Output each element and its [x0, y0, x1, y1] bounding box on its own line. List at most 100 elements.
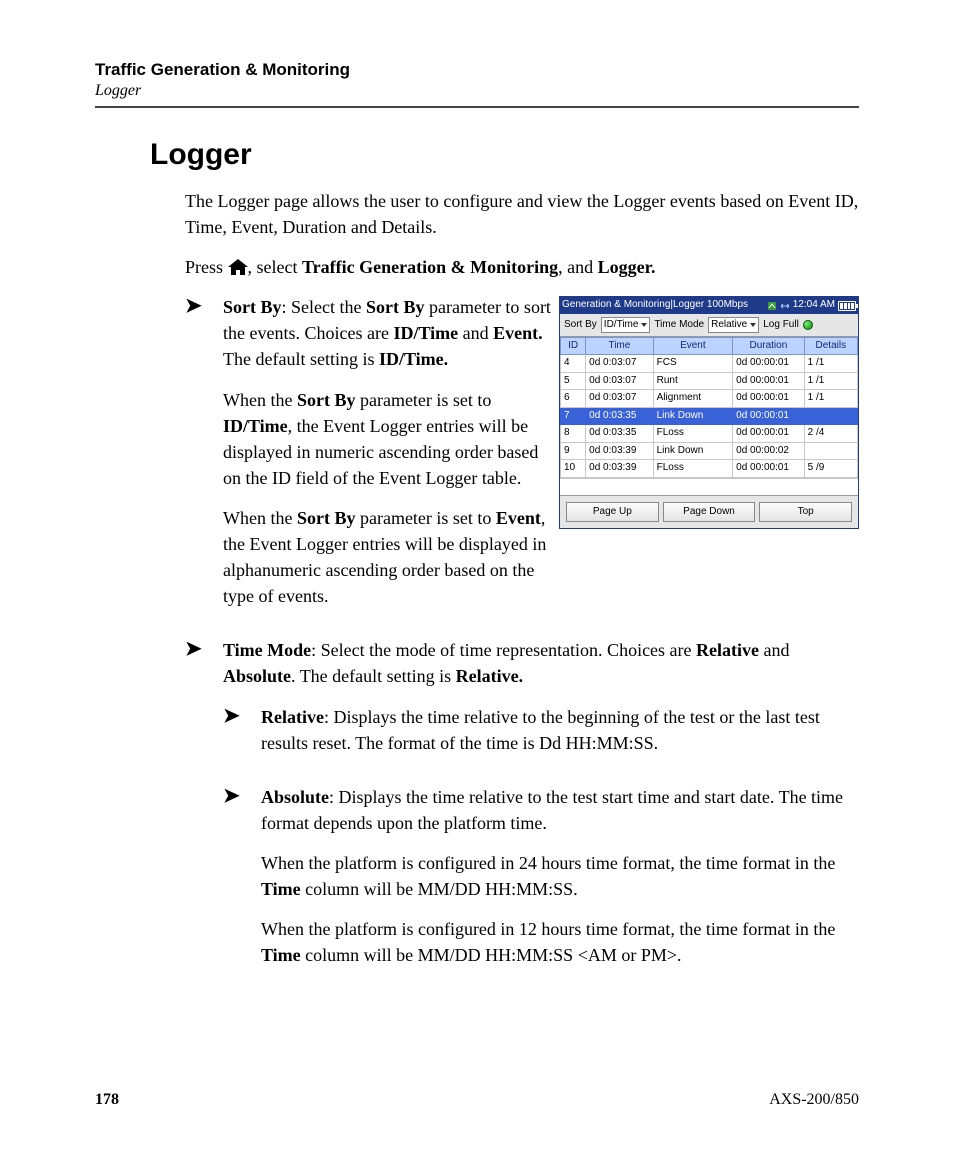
press-nav2: Logger. [598, 257, 656, 277]
cell-event: Link Down [653, 442, 733, 460]
cell-details [804, 407, 857, 425]
txt: Sort By [297, 508, 356, 528]
cell-details: 1 /1 [804, 390, 857, 408]
txt: Time [261, 945, 301, 965]
sortby-lead: Sort By: Select the Sort By parameter to… [223, 294, 555, 372]
txt: Relative [261, 707, 324, 727]
sub-bullet-relative: ➤ Relative: Displays the time relative t… [223, 704, 859, 770]
net-icon [780, 301, 790, 311]
txt: column will be MM/DD HH:MM:SS <AM or PM>… [301, 945, 682, 965]
bullet-arrow-icon: ➤ [223, 784, 261, 808]
press-prefix: Press [185, 257, 228, 277]
txt: Sort By [366, 297, 425, 317]
table-row[interactable]: 40d 0:03:07FCS0d 00:00:011 /1 [561, 355, 858, 373]
cell-time: 0d 0:03:07 [586, 355, 653, 373]
section-running-head: Logger [95, 82, 859, 100]
txt: ID/Time [223, 416, 288, 436]
cell-details: 1 /1 [804, 372, 857, 390]
cell-event: Link Down [653, 407, 733, 425]
cell-duration: 0d 00:00:01 [733, 390, 804, 408]
chevron-down-icon [641, 323, 647, 327]
cell-id: 4 [561, 355, 586, 373]
txt: Sort By [223, 297, 282, 317]
sortby-dropdown[interactable]: ID/Time [601, 317, 651, 333]
table-row[interactable]: 60d 0:03:07Alignment0d 00:00:011 /1 [561, 390, 858, 408]
relative-paragraph: Relative: Displays the time relative to … [261, 704, 859, 756]
txt: Relative [696, 640, 759, 660]
sortby-label: Sort By [564, 318, 597, 333]
txt: and [759, 640, 790, 660]
press-nav1: Traffic Generation & Monitoring [302, 257, 558, 277]
cell-event: FLoss [653, 460, 733, 478]
cell-event: FCS [653, 355, 733, 373]
txt: The default setting is [223, 349, 379, 369]
txt: column will be MM/DD HH:MM:SS. [301, 879, 578, 899]
table-row[interactable]: 100d 0:03:39FLoss0d 00:00:015 /9 [561, 460, 858, 478]
cell-id: 7 [561, 407, 586, 425]
absolute-paragraph: Absolute: Displays the time relative to … [261, 784, 859, 836]
txt: Absolute [261, 787, 329, 807]
cell-time: 0d 0:03:35 [586, 407, 653, 425]
cell-id: 6 [561, 390, 586, 408]
cell-id: 5 [561, 372, 586, 390]
chapter-title: Traffic Generation & Monitoring [95, 60, 859, 80]
txt: : Displays the time relative to the test… [261, 787, 843, 833]
cell-time: 0d 0:03:39 [586, 442, 653, 460]
table-row[interactable]: 80d 0:03:35FLoss0d 00:00:012 /4 [561, 425, 858, 443]
cell-time: 0d 0:03:07 [586, 372, 653, 390]
txt: : Select the mode of time representation… [311, 640, 696, 660]
top-button[interactable]: Top [759, 502, 852, 523]
col-event[interactable]: Event [653, 337, 733, 355]
bullet-arrow-icon: ➤ [185, 294, 223, 318]
bullet-arrow-icon: ➤ [223, 704, 261, 728]
link-status-icon [767, 301, 777, 311]
cell-event: FLoss [653, 425, 733, 443]
battery-icon [838, 301, 856, 311]
bullet-time-mode: ➤ Time Mode: Select the mode of time rep… [185, 637, 859, 996]
device-button-bar: Page Up Page Down Top [560, 495, 858, 529]
table-row[interactable]: 50d 0:03:07Runt0d 00:00:011 /1 [561, 372, 858, 390]
cell-time: 0d 0:03:39 [586, 460, 653, 478]
timemode-label: Time Mode [654, 318, 704, 333]
cell-event: Alignment [653, 390, 733, 408]
table-row[interactable]: 70d 0:03:35Link Down0d 00:00:01 [561, 407, 858, 425]
logfull-label: Log Full [763, 318, 799, 333]
cell-id: 9 [561, 442, 586, 460]
cell-event: Runt [653, 372, 733, 390]
cell-duration: 0d 00:00:01 [733, 460, 804, 478]
col-id[interactable]: ID [561, 337, 586, 355]
logfull-led-icon [803, 320, 813, 330]
sub-bullet-absolute: ➤ Absolute: Displays the time relative t… [223, 784, 859, 983]
device-screenshot: Generation & Monitoring|Logger 100Mbps 1… [559, 296, 859, 529]
txt: When the [223, 508, 297, 528]
txt: ID/Time. [379, 349, 448, 369]
txt: . The default setting is [291, 666, 456, 686]
table-row[interactable]: 90d 0:03:39Link Down0d 00:00:02 [561, 442, 858, 460]
cell-details: 1 /1 [804, 355, 857, 373]
txt: parameter is set to [355, 508, 495, 528]
cell-details [804, 442, 857, 460]
txt: When the platform is configured in 24 ho… [261, 853, 835, 873]
txt: Sort By [297, 390, 356, 410]
pageup-button[interactable]: Page Up [566, 502, 659, 523]
intro-paragraph: The Logger page allows the user to confi… [185, 188, 859, 240]
bullet-arrow-icon: ➤ [185, 637, 223, 661]
bullet-sort-by: ➤ Sort By: Select the Sort By parameter … [185, 294, 545, 623]
txt: Time [261, 879, 301, 899]
device-clock: 12:04 AM [793, 298, 835, 313]
col-details[interactable]: Details [804, 337, 857, 355]
cell-details: 2 /4 [804, 425, 857, 443]
cell-time: 0d 0:03:07 [586, 390, 653, 408]
cell-duration: 0d 00:00:01 [733, 355, 804, 373]
pagedown-button[interactable]: Page Down [663, 502, 756, 523]
page-footer: 178 AXS-200/850 [95, 1091, 859, 1109]
col-duration[interactable]: Duration [733, 337, 804, 355]
timemode-dropdown[interactable]: Relative [708, 317, 759, 333]
txt: Absolute [223, 666, 291, 686]
timemode-value: Relative [711, 318, 747, 333]
page-number: 178 [95, 1091, 119, 1109]
txt: and [458, 323, 493, 343]
col-time[interactable]: Time [586, 337, 653, 355]
cell-id: 10 [561, 460, 586, 478]
txt: parameter is set to [355, 390, 491, 410]
